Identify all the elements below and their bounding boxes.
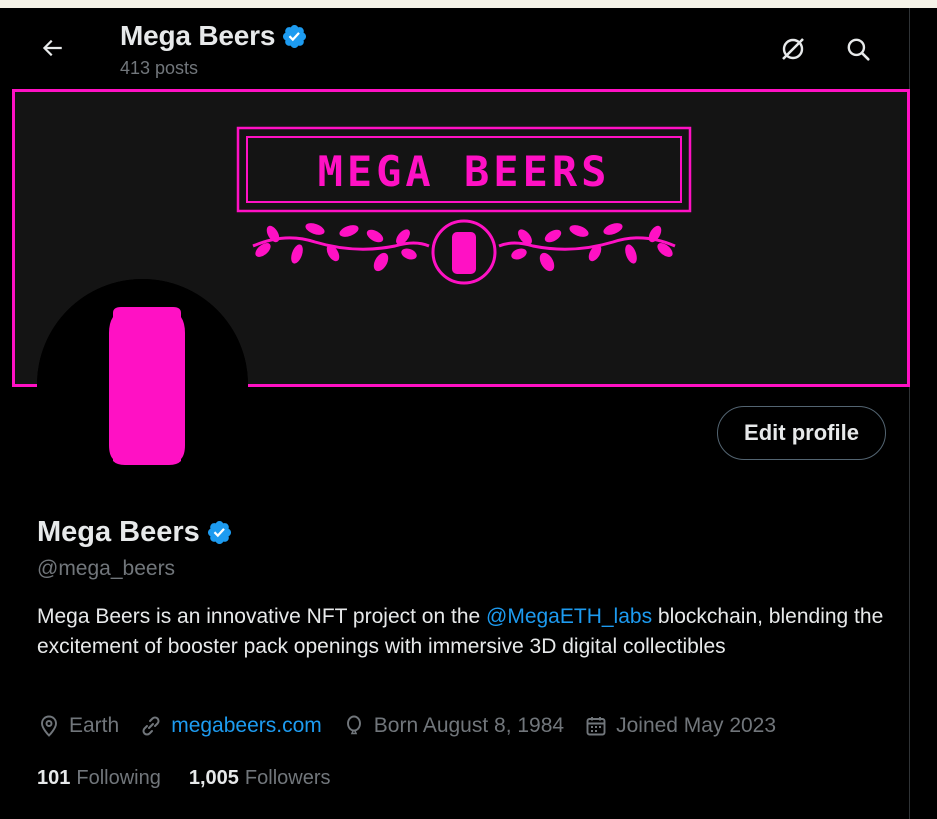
location-text: Earth [69,714,120,737]
birthday-item: Born August 8, 1984 [342,714,564,738]
grok-button[interactable] [774,30,812,68]
edit-profile-button[interactable]: Edit profile [717,406,886,460]
website-item: megabeers.com [139,714,322,738]
calendar-icon [586,717,606,736]
followers-label: Followers [244,766,331,789]
profile-handle: @mega_beers [37,557,176,580]
follow-stats: 101 Following 1,005 Followers [37,764,359,792]
back-arrow-icon [42,39,62,57]
profile-avatar[interactable] [37,279,248,490]
grok-icon [782,38,804,60]
location-icon [41,715,57,737]
bio-text-start: Mega Beers is an innovative NFT project … [37,605,487,628]
beer-can-avatar-image [37,279,248,490]
profile-bio: Mega Beers is an innovative NFT project … [37,602,897,662]
back-button[interactable] [34,30,70,66]
location-item: Earth [37,714,119,738]
following-label: Following [76,766,161,789]
bio-mention-link[interactable]: @MegaETH_labs [486,605,652,628]
window-top-strip [0,0,937,8]
banner-logo-text: MEGA BEERS [318,147,611,196]
header-post-count: 413 posts [120,58,199,78]
profile-name: Mega Beers [37,516,200,548]
header-title-block: Mega Beers 413 posts [120,20,308,79]
left-edge [0,8,12,819]
joined-text: Joined May 2023 [616,714,777,737]
verified-badge-icon[interactable] [206,519,233,546]
following-count: 101 [37,766,71,789]
followers-link[interactable]: 1,005 Followers [189,767,331,790]
search-button[interactable] [839,30,877,68]
following-link[interactable]: 101 Following [37,767,161,790]
followers-count: 1,005 [188,766,239,789]
header-title: Mega Beers [120,20,276,51]
birthday-text: Born August 8, 1984 [373,714,565,737]
joined-item: Joined May 2023 [584,714,776,738]
link-icon [142,716,160,736]
search-icon [847,38,870,61]
verified-badge-icon [283,24,307,48]
right-pane [910,8,937,819]
balloon-icon [346,715,361,735]
profile-name-block: Mega Beers [37,516,233,549]
profile-meta: Earth megabeers.com Born August 8, 1984 … [37,711,796,741]
website-link[interactable]: megabeers.com [171,714,322,738]
profile-header: Mega Beers 413 posts [12,8,909,88]
